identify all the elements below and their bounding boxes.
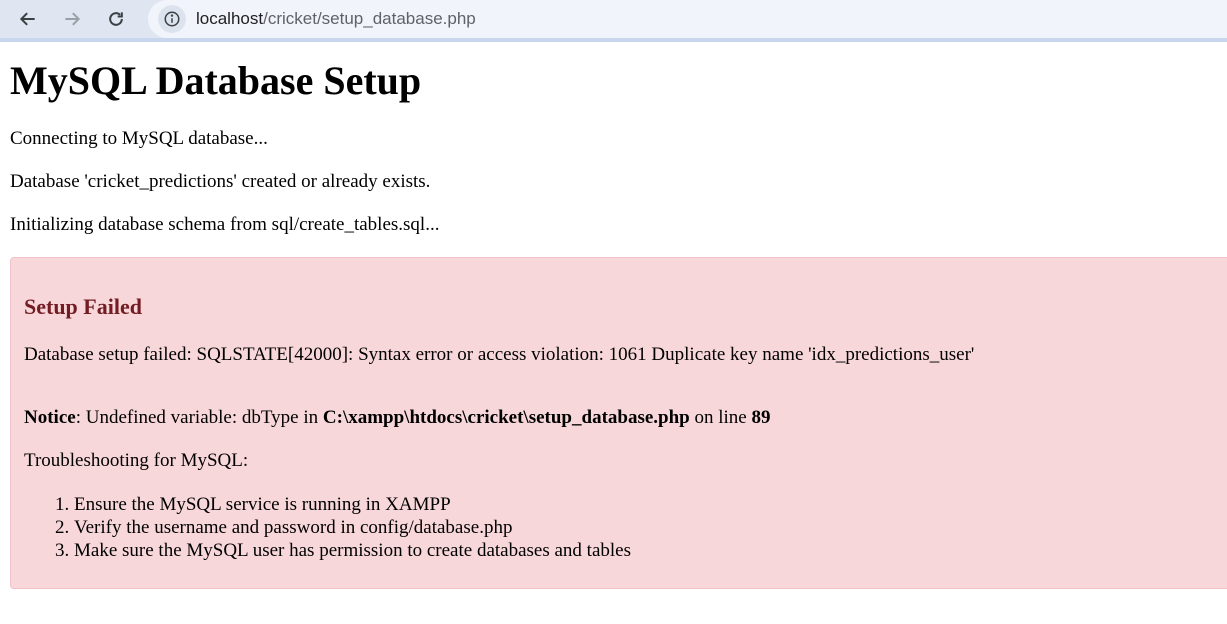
error-title: Setup Failed — [24, 294, 142, 319]
url-path: /cricket/setup_database.php — [263, 9, 476, 28]
error-message: Database setup failed: SQLSTATE[42000]: … — [24, 344, 975, 365]
notice-line-number: 89 — [751, 407, 771, 428]
list-item: Make sure the MySQL user has permission … — [74, 539, 1226, 562]
reload-icon — [109, 12, 123, 26]
site-info-icon[interactable] — [158, 5, 186, 33]
page-title: MySQL Database Setup — [10, 58, 422, 103]
url-text: localhost/cricket/setup_database.php — [196, 9, 476, 29]
reload-button[interactable] — [100, 3, 132, 35]
troubleshooting-list: Ensure the MySQL service is running in X… — [24, 493, 1226, 562]
address-bar[interactable]: localhost/cricket/setup_database.php — [148, 0, 1227, 38]
status-message-database: Database 'cricket_predictions' created o… — [10, 171, 431, 192]
notice-file: C:\xampp\htdocs\cricket\setup_database.p… — [322, 407, 690, 428]
status-message-connecting: Connecting to MySQL database... — [10, 128, 268, 149]
forward-button[interactable] — [56, 3, 88, 35]
browser-toolbar: localhost/cricket/setup_database.php — [0, 0, 1227, 42]
error-panel: Setup Failed Database setup failed: SQLS… — [10, 257, 1227, 589]
troubleshooting-heading: Troubleshooting for MySQL: — [24, 450, 249, 471]
list-item: Ensure the MySQL service is running in X… — [74, 493, 1226, 516]
arrow-right-icon — [65, 12, 81, 26]
php-notice: Notice: Undefined variable: dbType in C:… — [24, 407, 1226, 428]
notice-label: Notice — [24, 407, 76, 428]
page-content: MySQL Database Setup Connecting to MySQL… — [0, 58, 1227, 589]
list-item: Verify the username and password in conf… — [74, 516, 1226, 539]
arrow-left-icon — [19, 12, 35, 26]
status-message-schema: Initializing database schema from sql/cr… — [10, 214, 440, 235]
notice-on-line: on line — [689, 407, 752, 428]
notice-text: : Undefined variable: dbType in — [75, 407, 323, 428]
back-button[interactable] — [12, 3, 44, 35]
url-host: localhost — [196, 9, 264, 28]
